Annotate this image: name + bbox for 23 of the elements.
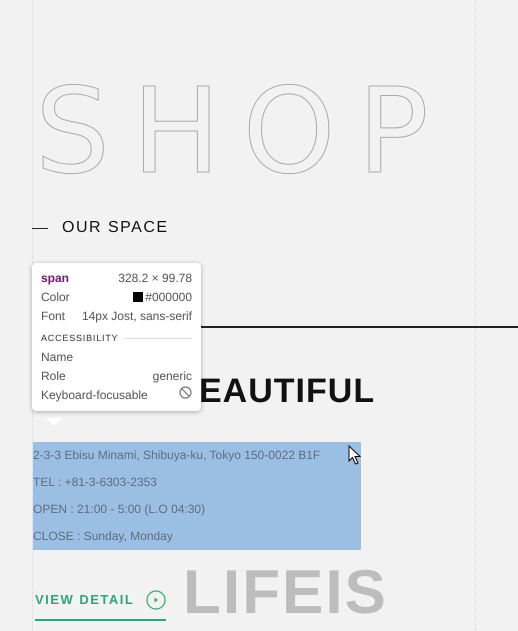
address-line: TEL : +81-3-6303-2353 [33,474,157,491]
not-allowed-icon [179,386,192,398]
section-heading: EAUTIFUL [199,374,376,408]
view-detail-link[interactable]: VIEW DETAIL [35,590,166,621]
section-title: ACCESSIBILITY [41,332,118,345]
color-swatch [133,292,144,302]
property-value: #000000 [145,290,192,304]
address-line: 2-3-3 Ebisu Minami, Shibuya-ku, Tokyo 150-0022 B1F [33,447,320,464]
property-label: Font [41,308,66,325]
element-tag: span [41,269,70,288]
property-value: 14px Jost, sans-serif [82,309,192,323]
play-icon [146,590,166,610]
property-label: Name [41,348,74,366]
property-label: Keyboard-focusable [41,386,148,404]
section-label: OUR SPACE [62,218,169,238]
hero-title: SHOP [35,61,451,190]
cursor-icon [348,445,362,466]
address-line: CLOSE : Sunday, Monday [33,528,173,545]
property-label: Color [41,289,70,306]
property-label: Role [41,368,66,384]
property-value: generic [152,368,192,384]
address-line: OPEN : 21:00 - 5:00 (L.O 04:30) [33,501,206,518]
element-size: 328.2 × 99.78 [118,270,192,287]
